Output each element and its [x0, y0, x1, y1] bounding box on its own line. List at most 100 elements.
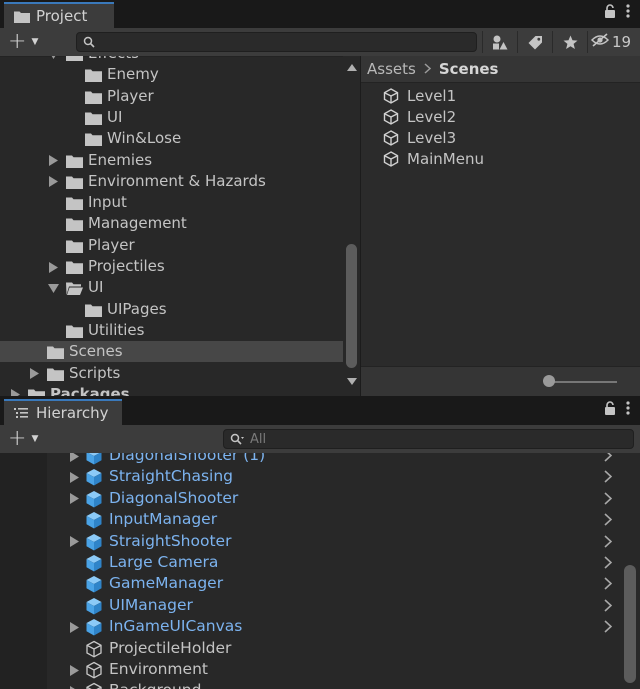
hierarchy-row-label: GameManager [109, 574, 224, 593]
scene-asset-item[interactable]: MainMenu [383, 149, 484, 170]
hierarchy-tab[interactable]: Hierarchy [4, 399, 122, 425]
icon-size-slider-track[interactable] [545, 381, 617, 383]
create-button[interactable]: + ▼ [8, 428, 48, 450]
folder-icon [66, 239, 83, 253]
folder-row[interactable]: UI [0, 107, 343, 128]
lock-icon[interactable] [604, 4, 616, 22]
folder-row[interactable]: Scenes [0, 341, 343, 363]
open-prefab-chevron-icon[interactable] [604, 470, 616, 484]
folder-row[interactable]: Enemies [0, 150, 343, 171]
icon-size-slider-knob[interactable] [543, 375, 555, 387]
filter-by-type-icon[interactable] [482, 31, 517, 53]
filter-by-label-icon[interactable] [517, 31, 552, 53]
folder-icon [85, 68, 102, 83]
scene-asset-item[interactable]: Level3 [383, 128, 456, 149]
collapsed-triangle-icon[interactable] [47, 155, 59, 167]
folder-row[interactable]: Management [0, 213, 343, 234]
hierarchy-search-field[interactable] [223, 429, 634, 449]
breadcrumb-current[interactable]: Scenes [439, 60, 499, 78]
folder-icon [14, 9, 30, 23]
open-prefab-chevron-icon[interactable] [604, 513, 616, 527]
breadcrumb-assets[interactable]: Assets [367, 60, 416, 78]
folder-row[interactable]: UIPages [0, 299, 343, 320]
collapsed-triangle-icon[interactable] [9, 389, 21, 396]
open-prefab-chevron-icon[interactable] [604, 453, 616, 463]
star-icon[interactable] [552, 31, 587, 53]
folder-row[interactable]: Projectiles [0, 256, 343, 277]
prefab-cube-icon [85, 554, 103, 572]
scrollbar-thumb[interactable] [346, 244, 357, 368]
folder-label: Scripts [69, 363, 121, 382]
hierarchy-row[interactable]: StraightShooter [0, 531, 620, 552]
folder-row[interactable]: Win&Lose [0, 128, 343, 149]
hidden-count: 19 [611, 33, 632, 51]
folder-icon [28, 388, 45, 396]
collapsed-triangle-icon[interactable] [68, 493, 80, 505]
collapsed-triangle-icon[interactable] [68, 536, 80, 548]
hierarchy-row-label: Environment [109, 660, 208, 678]
folder-row[interactable]: Scripts [0, 363, 343, 384]
project-folder-tree[interactable]: Effects Enemy Player UI Win&Lose Enemies Envir… [0, 56, 343, 396]
hidden-packages-toggle[interactable]: 19 [587, 31, 634, 53]
project-search-input[interactable] [101, 33, 465, 51]
kebab-menu-icon[interactable] [626, 4, 630, 22]
folder-row[interactable]: Input [0, 192, 343, 213]
scene-asset-item[interactable]: Level2 [383, 106, 456, 127]
hierarchy-row[interactable]: GameManager [0, 573, 620, 594]
collapsed-triangle-icon[interactable] [47, 261, 59, 273]
hierarchy-row[interactable]: InGameUICanvas [0, 616, 620, 637]
collapsed-triangle-icon[interactable] [68, 621, 80, 633]
hierarchy-row[interactable]: Environment [0, 659, 620, 680]
expanded-triangle-icon[interactable] [47, 56, 59, 60]
folder-row[interactable]: Packages [0, 384, 343, 396]
hierarchy-row[interactable]: DiagonalShooter [0, 488, 620, 509]
collapsed-triangle-icon[interactable] [68, 685, 80, 689]
open-prefab-chevron-icon[interactable] [604, 620, 616, 634]
gameobject-cube-icon [85, 682, 103, 689]
hierarchy-row[interactable]: UIManager [0, 595, 620, 616]
folder-open-icon [66, 281, 83, 296]
hierarchy-tree[interactable]: DiagonalShooter (1) StraightChasing Diagon… [0, 453, 620, 689]
project-tab[interactable]: Project [4, 2, 114, 28]
folder-row[interactable]: Player [0, 235, 343, 256]
project-search-field[interactable] [76, 32, 477, 52]
unity-scene-icon [383, 108, 399, 125]
collapsed-triangle-icon[interactable] [47, 176, 59, 188]
create-button[interactable]: + ▼ [8, 31, 48, 53]
folder-row[interactable]: Effects [0, 56, 343, 64]
folder-row[interactable]: Player [0, 86, 343, 107]
open-prefab-chevron-icon[interactable] [604, 535, 616, 549]
collapsed-triangle-icon[interactable] [68, 471, 80, 483]
open-prefab-chevron-icon[interactable] [604, 577, 616, 591]
hierarchy-row[interactable]: Background [0, 680, 620, 689]
hierarchy-search-input[interactable] [248, 430, 621, 448]
hierarchy-row-label: StraightChasing [109, 467, 234, 486]
kebab-menu-icon[interactable] [626, 401, 630, 419]
scene-asset-label: MainMenu [407, 150, 484, 169]
folder-row[interactable]: Environment & Hazards [0, 171, 343, 192]
hierarchy-row[interactable]: DiagonalShooter (1) [0, 453, 620, 466]
collapsed-triangle-icon[interactable] [68, 664, 80, 676]
collapsed-triangle-icon[interactable] [68, 453, 80, 462]
lock-icon[interactable] [604, 401, 616, 419]
hierarchy-row[interactable]: StraightChasing [0, 466, 620, 487]
scroll-down-icon[interactable] [346, 376, 357, 386]
prefab-cube-icon [85, 618, 103, 636]
expanded-triangle-icon[interactable] [47, 282, 59, 294]
folder-row[interactable]: Utilities [0, 320, 343, 341]
open-prefab-chevron-icon[interactable] [604, 556, 616, 570]
scene-asset-item[interactable]: Level1 [383, 85, 456, 106]
hierarchy-row[interactable]: Large Camera [0, 552, 620, 573]
hierarchy-scrollbar[interactable] [620, 453, 640, 689]
plus-icon: + [8, 426, 27, 451]
folder-row[interactable]: Enemy [0, 64, 343, 85]
open-prefab-chevron-icon[interactable] [604, 599, 616, 613]
hierarchy-row[interactable]: ProjectileHolder [0, 638, 620, 659]
open-prefab-chevron-icon[interactable] [604, 492, 616, 506]
collapsed-triangle-icon[interactable] [28, 368, 40, 380]
folder-row[interactable]: UI [0, 277, 343, 298]
scrollbar-thumb[interactable] [624, 565, 636, 683]
scroll-up-icon[interactable] [346, 62, 357, 72]
hierarchy-row[interactable]: InputManager [0, 509, 620, 530]
project-tree-scrollbar[interactable] [343, 56, 360, 396]
